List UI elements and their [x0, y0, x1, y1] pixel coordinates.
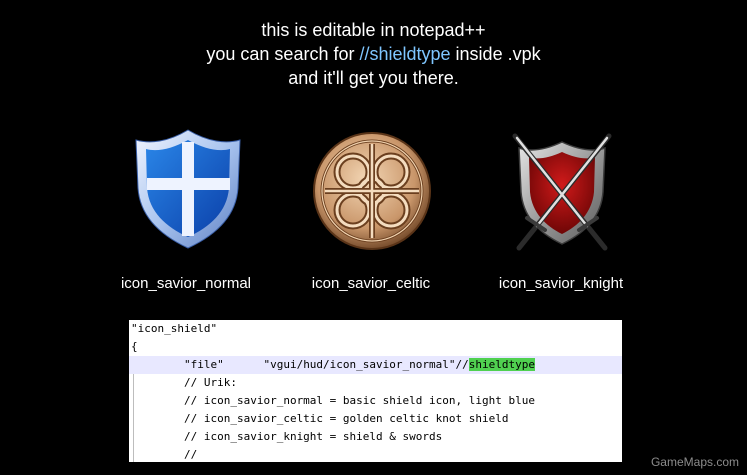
shieldtype-search-term: //shieldtype [359, 44, 451, 64]
icon-savior-normal [118, 126, 258, 256]
icon-savior-celtic [302, 126, 442, 256]
code-file-value: "vgui/hud/icon_savior_normal"// [263, 358, 469, 371]
code-line-6: // icon_savior_celtic = golden celtic kn… [131, 412, 509, 425]
shield-swords-icon [512, 133, 612, 251]
code-line-4: // Urik: [131, 376, 237, 389]
code-line-1: "icon_shield" [131, 322, 218, 335]
icon-label-celtic: icon_savior_celtic [311, 275, 431, 292]
header-line-2: you can search for //shieldtype inside .… [0, 42, 747, 66]
code-line-8: // [131, 448, 198, 461]
header-line-3: and it'll get you there. [288, 68, 459, 88]
search-match-shieldtype: shieldtype [468, 358, 535, 371]
watermark: GameMaps.com [650, 455, 739, 469]
icon-label-knight: icon_savior_knight [498, 275, 624, 292]
celtic-knot-icon [313, 132, 431, 250]
code-file-key: "file" [131, 358, 264, 371]
code-line-7: // icon_savior_knight = shield & swords [131, 430, 443, 443]
code-snippet: "icon_shield" { "file" "vgui/hud/icon_sa… [129, 320, 622, 462]
blue-shield-icon [135, 129, 241, 249]
header-line-2-prefix: you can search for [206, 44, 360, 64]
header-line-1: this is editable in notepad++ [261, 20, 486, 40]
code-line-2: { [131, 340, 138, 353]
icon-savior-knight [492, 126, 632, 256]
code-line-5: // icon_savior_normal = basic shield ico… [131, 394, 535, 407]
icon-label-normal: icon_savior_normal [120, 275, 252, 292]
header-line-2-suffix: inside .vpk [450, 44, 541, 64]
header-text: this is editable in notepad++ you can se… [0, 18, 747, 90]
code-line-3: "file" "vgui/hud/icon_savior_normal"//sh… [129, 356, 622, 374]
